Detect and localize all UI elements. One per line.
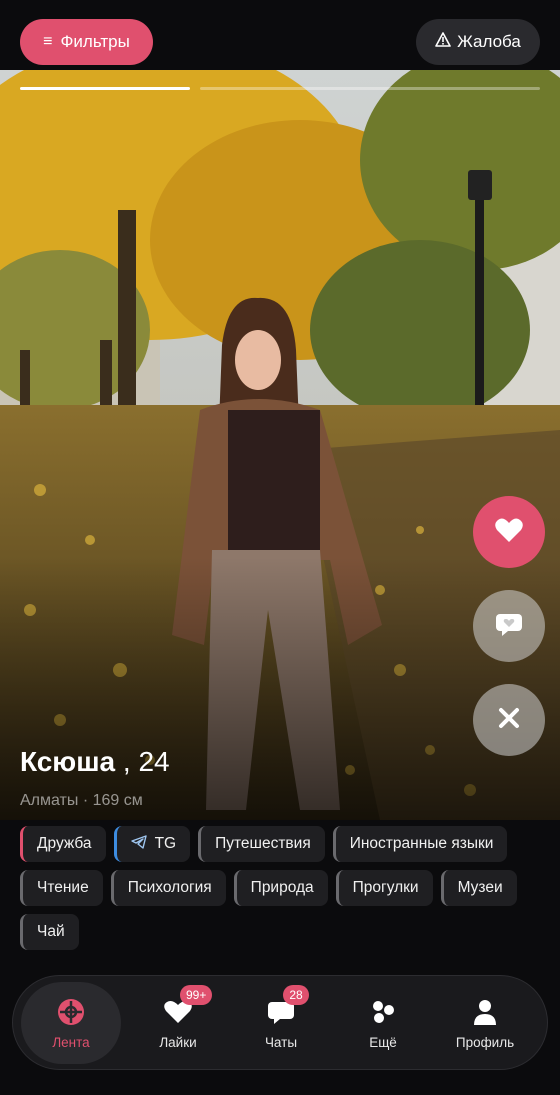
chats-icon: 28	[265, 984, 309, 1027]
filters-button[interactable]: ≡ Фильтры	[20, 19, 153, 65]
age-separator: ,	[115, 746, 139, 777]
message-button[interactable]	[473, 590, 545, 662]
telegram-icon	[130, 834, 147, 854]
tag-walks: Прогулки	[335, 870, 433, 906]
tag-label: Прогулки	[352, 879, 419, 896]
nav-label: Лента	[52, 1034, 90, 1050]
photo-progress-rest	[200, 87, 540, 90]
report-button[interactable]: Жалоба	[416, 19, 540, 65]
profile-age: 24	[138, 746, 170, 777]
nav-label: Чаты	[264, 1034, 298, 1050]
tag-tea: Чай	[20, 914, 79, 950]
profile-photo[interactable]: Ксюша , 24 Алматы · 169 см	[0, 70, 560, 820]
tag-label: Чай	[37, 923, 65, 940]
nav-item-chats[interactable]: 28 Чаты	[231, 982, 331, 1064]
tag-travel: Путешествия	[198, 826, 325, 862]
report-label: Жалоба	[457, 32, 521, 51]
tag-reading: Чтение	[20, 870, 103, 906]
photo-progress-active	[20, 87, 190, 90]
nav-label: Профиль	[455, 1034, 515, 1050]
tag-label: Психология	[127, 879, 212, 896]
tag-label: Чтение	[37, 879, 89, 896]
tag-label: Дружба	[37, 835, 92, 852]
heart-icon	[494, 517, 524, 548]
close-icon	[498, 707, 520, 734]
side-actions	[473, 496, 545, 778]
tag-label: Музеи	[457, 879, 503, 896]
tag-label: Путешествия	[215, 835, 311, 852]
menu-icon: ≡	[43, 33, 53, 50]
nav-item-more[interactable]: Ещё	[333, 982, 433, 1064]
tag-nature: Природа	[233, 870, 328, 906]
tag-psychology: Психология	[110, 870, 226, 906]
profile-first-name: Ксюша	[20, 746, 116, 777]
skip-button[interactable]	[473, 684, 545, 756]
tag-telegram[interactable]: TG	[113, 826, 191, 862]
more-icon	[367, 997, 399, 1027]
feed-icon	[55, 997, 87, 1027]
likes-icon: 99+	[162, 984, 213, 1027]
tag-label: TG	[154, 835, 177, 852]
profile-name: Ксюша , 24	[20, 742, 170, 782]
tag-museums: Музеи	[440, 870, 517, 906]
warning-icon	[435, 32, 451, 52]
like-button[interactable]	[473, 496, 545, 568]
filters-label: Фильтры	[60, 32, 130, 51]
nav-item-feed[interactable]: Лента	[21, 982, 121, 1064]
tag-label: Иностранные языки	[349, 835, 494, 852]
profile-meta: Алматы · 169 см	[20, 792, 143, 809]
top-bar: ≡ Фильтры Жалоба	[0, 0, 560, 70]
tag-friendship: Дружба	[20, 826, 106, 862]
profile-icon	[469, 997, 501, 1027]
nav-label: Лайки	[159, 1034, 197, 1050]
tag-label: Природа	[250, 879, 314, 896]
nav-item-profile[interactable]: Профиль	[435, 982, 535, 1064]
chats-badge: 28	[283, 984, 309, 1005]
nav-item-likes[interactable]: 99+ Лайки	[128, 982, 228, 1064]
tag-languages: Иностранные языки	[332, 826, 508, 862]
interest-tags: Дружба TG Путешествия Иностранные языки …	[20, 826, 540, 950]
bottom-nav: Лента 99+ Лайки 28 Чаты Ещё Профиль	[12, 975, 548, 1070]
nav-label: Ещё	[369, 1034, 397, 1050]
likes-badge: 99+	[180, 984, 213, 1005]
chat-heart-icon	[494, 611, 524, 642]
